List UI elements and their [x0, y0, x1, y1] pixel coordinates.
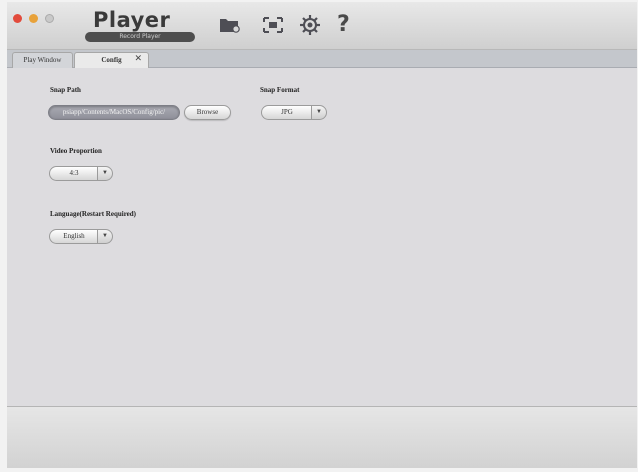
video-proportion-label: Video Proportion	[50, 147, 102, 155]
browse-button[interactable]: Browse	[184, 105, 231, 120]
zoom-window-button[interactable]	[45, 14, 54, 23]
close-tab-icon[interactable]: ✕	[134, 51, 142, 66]
fullscreen-icon[interactable]	[262, 16, 284, 34]
language-label: Language(Restart Required)	[50, 210, 137, 218]
chevron-down-icon: ▼	[311, 105, 327, 120]
chevron-down-icon: ▼	[97, 166, 113, 181]
tab-play-window-label: Play Window	[23, 56, 62, 64]
help-icon[interactable]: ?	[337, 12, 350, 37]
language-value: English	[49, 229, 98, 244]
tab-config[interactable]: Config ✕	[74, 52, 149, 68]
folder-icon[interactable]	[219, 16, 241, 34]
tab-play-window[interactable]: Play Window	[12, 52, 73, 68]
app-subtitle: Record Player	[85, 32, 195, 42]
snap-path-field[interactable]: psiapp/Contents/MacOS/Config/pic/	[48, 105, 180, 120]
bottom-bar	[7, 407, 637, 468]
tab-bar: Play Window Config ✕	[7, 50, 637, 68]
minimize-window-button[interactable]	[29, 14, 38, 23]
snap-path-label: Snap Path	[50, 86, 81, 94]
snap-format-value: JPG	[261, 105, 312, 120]
gear-icon[interactable]	[299, 14, 321, 36]
chevron-down-icon: ▼	[97, 229, 113, 244]
video-proportion-value: 4:3	[49, 166, 98, 181]
tab-config-label: Config	[101, 56, 122, 64]
app-window: Player Record Player ? Play Window Confi…	[7, 2, 637, 468]
close-window-button[interactable]	[13, 14, 22, 23]
app-title: Player	[93, 8, 171, 32]
title-toolbar: Player Record Player ?	[7, 2, 637, 50]
snap-format-label: Snap Format	[260, 86, 300, 94]
